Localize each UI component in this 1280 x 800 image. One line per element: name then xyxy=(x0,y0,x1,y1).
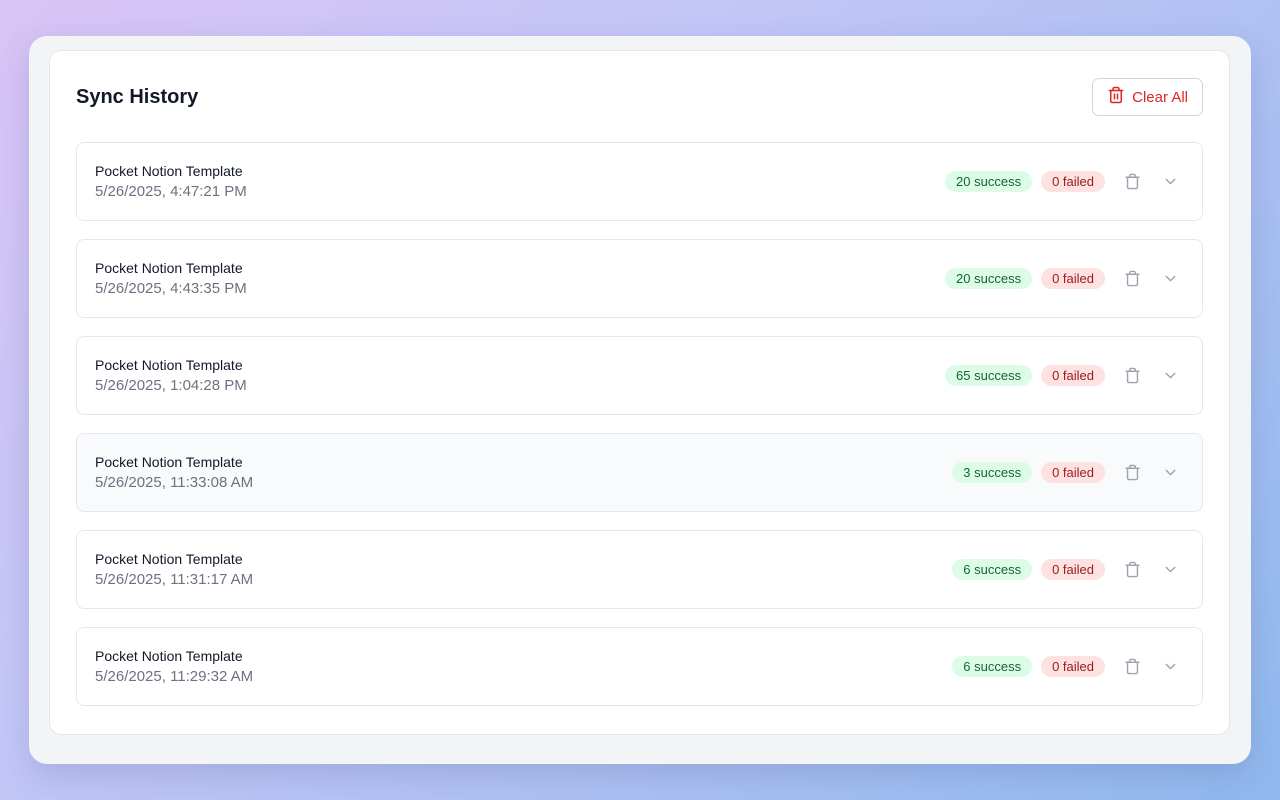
chevron-down-icon xyxy=(1165,178,1175,185)
sync-entry-name: Pocket Notion Template xyxy=(95,357,243,373)
sync-entry-row[interactable]: Pocket Notion Template 5/26/2025, 11:29:… xyxy=(76,627,1203,706)
sync-history-list: Pocket Notion Template 5/26/2025, 4:47:2… xyxy=(76,142,1203,724)
page-title: Sync History xyxy=(76,85,199,108)
trash-icon xyxy=(1124,173,1140,190)
sync-entry-date: 5/26/2025, 11:29:32 AM xyxy=(95,668,254,685)
sync-entry-actions: 20 success 0 failed xyxy=(945,265,1184,293)
sync-entry-row[interactable]: Pocket Notion Template 5/26/2025, 11:31:… xyxy=(76,530,1203,609)
trash-icon xyxy=(1124,367,1140,384)
expand-entry-button[interactable] xyxy=(1156,265,1184,293)
sync-entry-info: Pocket Notion Template 5/26/2025, 11:33:… xyxy=(95,454,253,491)
sync-entry-name: Pocket Notion Template xyxy=(95,260,243,276)
failed-badge: 0 failed xyxy=(1041,559,1105,580)
failed-badge: 0 failed xyxy=(1041,268,1105,289)
sync-entry-row[interactable]: Pocket Notion Template 5/26/2025, 4:43:3… xyxy=(76,239,1203,318)
delete-entry-button[interactable] xyxy=(1118,362,1146,390)
sync-entry-row[interactable]: Pocket Notion Template 5/26/2025, 1:04:2… xyxy=(76,336,1203,415)
trash-icon xyxy=(1107,86,1125,108)
chevron-down-icon xyxy=(1165,469,1175,476)
app-window: Sync History Clear All Pocket Notion Tem… xyxy=(29,36,1251,764)
sync-entry-name: Pocket Notion Template xyxy=(95,551,243,567)
success-badge: 65 success xyxy=(945,365,1033,386)
sync-entry-row[interactable]: Pocket Notion Template 5/26/2025, 11:33:… xyxy=(76,433,1203,512)
sync-history-card: Sync History Clear All Pocket Notion Tem… xyxy=(49,50,1230,735)
success-badge: 3 success xyxy=(952,462,1033,483)
failed-badge: 0 failed xyxy=(1041,365,1105,386)
sync-entry-actions: 6 success 0 failed xyxy=(952,653,1184,681)
success-badge: 6 success xyxy=(952,656,1033,677)
sync-entry-info: Pocket Notion Template 5/26/2025, 4:43:3… xyxy=(95,260,247,297)
expand-entry-button[interactable] xyxy=(1156,362,1184,390)
sync-entry-name: Pocket Notion Template xyxy=(95,454,243,470)
delete-entry-button[interactable] xyxy=(1118,459,1146,487)
sync-entry-info: Pocket Notion Template 5/26/2025, 11:31:… xyxy=(95,551,253,588)
sync-entry-row[interactable]: Pocket Notion Template 5/26/2025, 4:47:2… xyxy=(76,142,1203,221)
sync-entry-name: Pocket Notion Template xyxy=(95,163,243,179)
trash-icon xyxy=(1124,658,1140,675)
sync-entry-date: 5/26/2025, 4:47:21 PM xyxy=(95,183,247,200)
clear-all-button[interactable]: Clear All xyxy=(1092,78,1203,116)
chevron-down-icon xyxy=(1165,372,1175,379)
sync-entry-date: 5/26/2025, 1:04:28 PM xyxy=(95,377,247,394)
failed-badge: 0 failed xyxy=(1041,656,1105,677)
sync-entry-info: Pocket Notion Template 5/26/2025, 4:47:2… xyxy=(95,163,247,200)
card-header: Sync History Clear All xyxy=(76,78,1203,116)
trash-icon xyxy=(1124,464,1140,481)
success-badge: 20 success xyxy=(945,171,1033,192)
failed-badge: 0 failed xyxy=(1041,171,1105,192)
success-badge: 20 success xyxy=(945,268,1033,289)
failed-badge: 0 failed xyxy=(1041,462,1105,483)
delete-entry-button[interactable] xyxy=(1118,168,1146,196)
sync-entry-date: 5/26/2025, 11:31:17 AM xyxy=(95,571,254,588)
expand-entry-button[interactable] xyxy=(1156,556,1184,584)
chevron-down-icon xyxy=(1165,663,1175,670)
success-badge: 6 success xyxy=(952,559,1033,580)
sync-entry-actions: 65 success 0 failed xyxy=(945,362,1184,390)
expand-entry-button[interactable] xyxy=(1156,653,1184,681)
delete-entry-button[interactable] xyxy=(1118,265,1146,293)
trash-icon xyxy=(1124,561,1140,578)
sync-entry-info: Pocket Notion Template 5/26/2025, 1:04:2… xyxy=(95,357,247,394)
sync-entry-date: 5/26/2025, 11:33:08 AM xyxy=(95,474,254,491)
sync-entry-date: 5/26/2025, 4:43:35 PM xyxy=(95,280,247,297)
sync-entry-actions: 20 success 0 failed xyxy=(945,168,1184,196)
expand-entry-button[interactable] xyxy=(1156,168,1184,196)
trash-icon xyxy=(1124,270,1140,287)
sync-entry-name: Pocket Notion Template xyxy=(95,648,243,664)
chevron-down-icon xyxy=(1165,275,1175,282)
delete-entry-button[interactable] xyxy=(1118,556,1146,584)
chevron-down-icon xyxy=(1165,566,1175,573)
sync-entry-actions: 3 success 0 failed xyxy=(952,459,1184,487)
delete-entry-button[interactable] xyxy=(1118,653,1146,681)
clear-all-label: Clear All xyxy=(1132,88,1188,106)
sync-entry-info: Pocket Notion Template 5/26/2025, 11:29:… xyxy=(95,648,253,685)
expand-entry-button[interactable] xyxy=(1156,459,1184,487)
sync-entry-actions: 6 success 0 failed xyxy=(952,556,1184,584)
